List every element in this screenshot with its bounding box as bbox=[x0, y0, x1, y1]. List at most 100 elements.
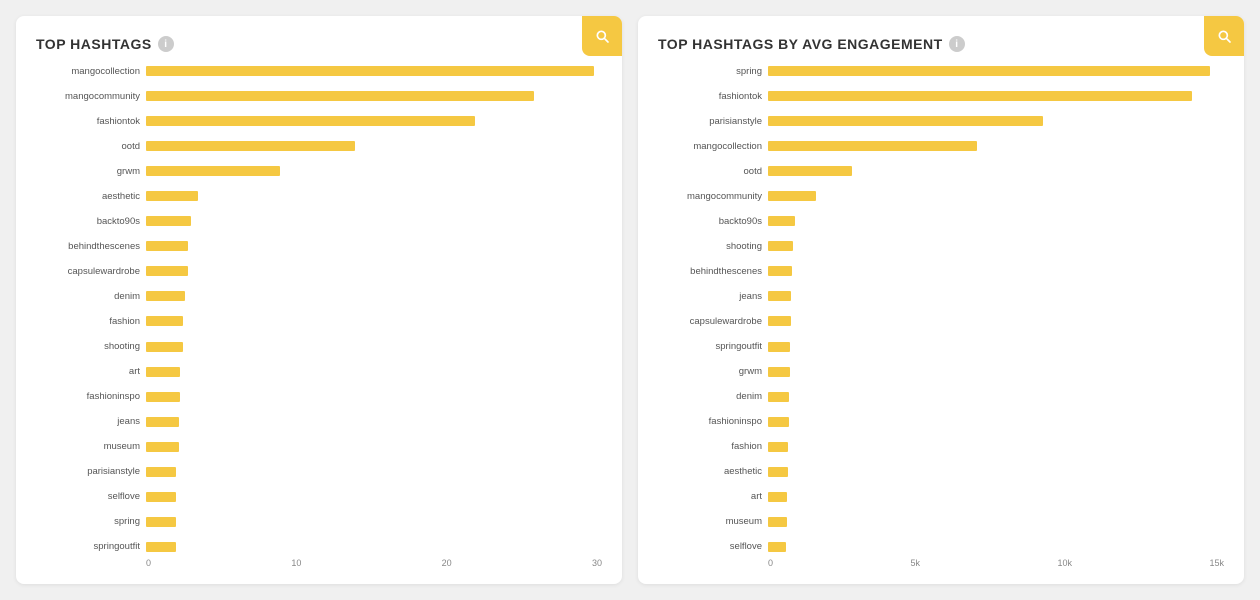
bar-label: fashiontok bbox=[658, 91, 768, 102]
bar-label: selflove bbox=[658, 541, 768, 552]
left-info-icon[interactable]: i bbox=[158, 36, 174, 52]
bar-track bbox=[146, 141, 594, 151]
bar-row: behindthescenes bbox=[36, 239, 594, 253]
bar-label: ootd bbox=[658, 166, 768, 177]
bar-track bbox=[768, 66, 1216, 76]
bar-fill bbox=[146, 291, 185, 301]
bar-row: jeans bbox=[658, 289, 1216, 303]
bar-fill bbox=[768, 191, 816, 201]
bar-label: mangocollection bbox=[36, 66, 146, 77]
bar-track bbox=[146, 417, 594, 427]
bar-track bbox=[768, 266, 1216, 276]
dashboard: TOP HASHTAGS i mangocollection mangocommu… bbox=[0, 0, 1260, 600]
bar-label: mangocollection bbox=[658, 141, 768, 152]
bar-fill bbox=[768, 166, 852, 176]
bar-label: jeans bbox=[36, 416, 146, 427]
bar-fill bbox=[146, 542, 176, 552]
bar-label: capsulewardrobe bbox=[36, 266, 146, 277]
bar-track bbox=[146, 392, 594, 402]
bar-label: denim bbox=[36, 291, 146, 302]
bar-fill bbox=[768, 291, 791, 301]
bar-fill bbox=[768, 116, 1043, 126]
bar-track bbox=[146, 316, 594, 326]
bar-row: spring bbox=[658, 64, 1216, 78]
right-info-icon[interactable]: i bbox=[949, 36, 965, 52]
bar-label: capsulewardrobe bbox=[658, 316, 768, 327]
bar-fill bbox=[146, 392, 180, 402]
bar-track bbox=[146, 116, 594, 126]
bar-track bbox=[768, 492, 1216, 502]
bar-row: ootd bbox=[658, 164, 1216, 178]
bar-fill bbox=[146, 116, 475, 126]
bar-row: fashioninspo bbox=[658, 415, 1216, 429]
bar-fill bbox=[146, 141, 355, 151]
bar-fill bbox=[146, 367, 180, 377]
bar-track bbox=[768, 517, 1216, 527]
bar-label: backto90s bbox=[36, 216, 146, 227]
bar-fill bbox=[768, 216, 795, 226]
bar-track bbox=[768, 467, 1216, 477]
bar-label: ootd bbox=[36, 141, 146, 152]
right-search-button[interactable] bbox=[1204, 16, 1244, 56]
bar-row: fashion bbox=[658, 440, 1216, 454]
left-chart-title: TOP HASHTAGS bbox=[36, 36, 152, 52]
bar-track bbox=[146, 241, 594, 251]
bar-fill bbox=[768, 66, 1210, 76]
bar-label: mangocommunity bbox=[658, 191, 768, 202]
bar-fill bbox=[146, 517, 176, 527]
bar-track bbox=[146, 66, 594, 76]
bar-row: selflove bbox=[36, 490, 594, 504]
bar-row: grwm bbox=[36, 164, 594, 178]
bar-row: mangocollection bbox=[36, 64, 594, 78]
bar-fill bbox=[768, 417, 789, 427]
bar-track bbox=[146, 542, 594, 552]
bar-label: backto90s bbox=[658, 216, 768, 227]
bar-row: mangocommunity bbox=[658, 189, 1216, 203]
bar-fill bbox=[146, 216, 191, 226]
bar-row: spring bbox=[36, 515, 594, 529]
bar-fill bbox=[146, 442, 179, 452]
bar-label: fashiontok bbox=[36, 116, 146, 127]
bar-label: denim bbox=[658, 391, 768, 402]
bar-fill bbox=[146, 66, 594, 76]
bar-fill bbox=[146, 266, 188, 276]
x-tick: 0 bbox=[768, 558, 773, 568]
bar-row: selflove bbox=[658, 540, 1216, 554]
bar-track bbox=[768, 216, 1216, 226]
bar-track bbox=[768, 241, 1216, 251]
bar-row: ootd bbox=[36, 139, 594, 153]
bar-row: art bbox=[36, 365, 594, 379]
x-tick: 30 bbox=[592, 558, 602, 568]
bar-track bbox=[146, 342, 594, 352]
bar-track bbox=[768, 191, 1216, 201]
bar-row: jeans bbox=[36, 415, 594, 429]
bar-label: mangocommunity bbox=[36, 91, 146, 102]
left-bar-chart: mangocollection mangocommunity fashiontok o… bbox=[36, 64, 602, 554]
right-chart-header: TOP HASHTAGS BY AVG ENGAGEMENT i bbox=[658, 36, 1224, 52]
bar-fill bbox=[768, 342, 790, 352]
left-search-button[interactable] bbox=[582, 16, 622, 56]
x-tick: 5k bbox=[910, 558, 920, 568]
bar-row: backto90s bbox=[658, 214, 1216, 228]
bar-label: grwm bbox=[36, 166, 146, 177]
bar-fill bbox=[146, 166, 280, 176]
bar-fill bbox=[768, 467, 788, 477]
bar-row: fashiontok bbox=[36, 114, 594, 128]
bar-fill bbox=[768, 91, 1192, 101]
bar-row: behindthescenes bbox=[658, 264, 1216, 278]
bar-row: fashion bbox=[36, 314, 594, 328]
bar-track bbox=[768, 542, 1216, 552]
bar-row: denim bbox=[658, 390, 1216, 404]
right-chart-card: TOP HASHTAGS BY AVG ENGAGEMENT i spring f… bbox=[638, 16, 1244, 584]
right-chart-title: TOP HASHTAGS BY AVG ENGAGEMENT bbox=[658, 36, 943, 52]
bar-row: backto90s bbox=[36, 214, 594, 228]
bar-label: parisianstyle bbox=[36, 466, 146, 477]
bar-track bbox=[768, 91, 1216, 101]
bar-track bbox=[768, 116, 1216, 126]
bar-row: museum bbox=[658, 515, 1216, 529]
bar-fill bbox=[768, 542, 786, 552]
bar-track bbox=[146, 492, 594, 502]
x-tick: 10 bbox=[291, 558, 301, 568]
x-tick: 15k bbox=[1209, 558, 1224, 568]
bar-fill bbox=[146, 91, 534, 101]
